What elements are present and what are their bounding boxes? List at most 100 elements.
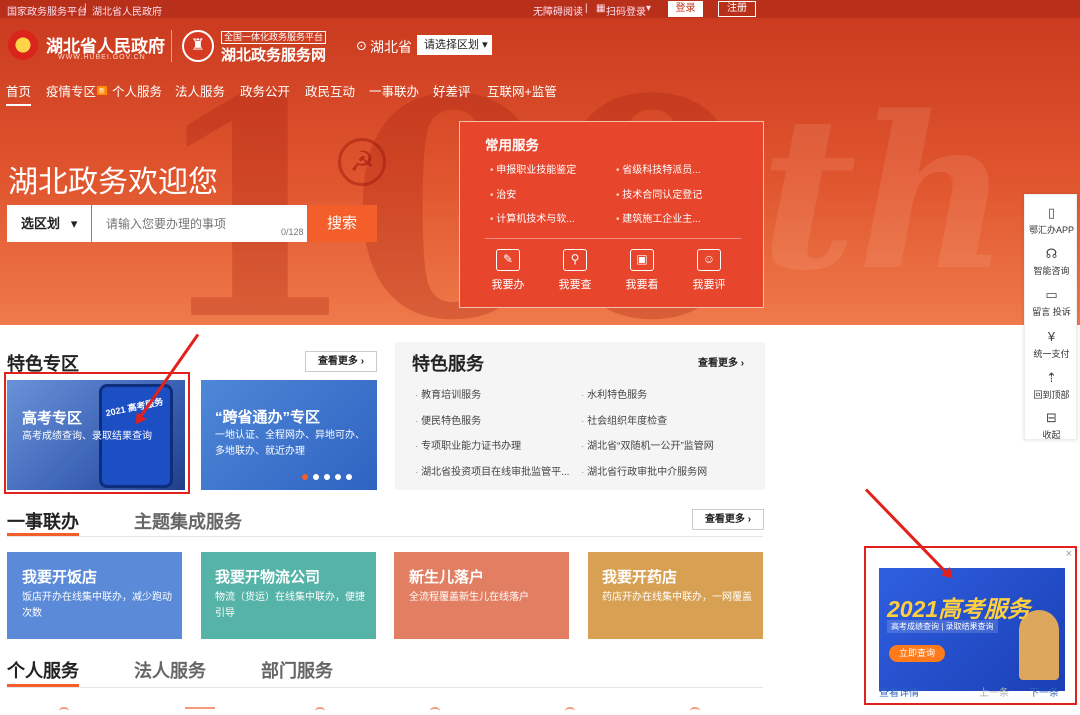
tab-legal-services[interactable]: 法人服务: [134, 657, 206, 683]
section-divider: [7, 687, 763, 688]
sidebar-payment[interactable]: ¥ 统一支付: [1025, 329, 1078, 360]
nav-personal-services[interactable]: 个人服务: [112, 81, 162, 100]
tab-department-services[interactable]: 部门服务: [261, 657, 333, 683]
featured-services-more-link[interactable]: 查看更多 ›: [698, 354, 744, 369]
service-icon[interactable]: [315, 707, 325, 715]
common-link[interactable]: 计算机技术与软...: [490, 210, 574, 225]
region-select-label: 请选择区划: [424, 39, 479, 51]
sidebar-app-label: 鄂汇办APP: [1028, 225, 1074, 235]
restaurant-card-title: 我要开饭店: [22, 569, 98, 586]
gaokao-banner-image[interactable]: 2021高考服务 高考成绩查询 | 录取结果查询 立即查询: [879, 568, 1065, 691]
prev-link[interactable]: 上一条: [979, 684, 1009, 699]
service-icon[interactable]: [690, 707, 700, 715]
cross-province-card[interactable]: “跨省通办”专区 一地认证、全程网办、异地可办、多地联办、就近办理: [201, 380, 377, 490]
sidebar-feedback[interactable]: ▭ 留言 投诉: [1025, 287, 1078, 318]
nav-legal-services[interactable]: 法人服务: [175, 81, 225, 100]
carousel-dot[interactable]: [324, 474, 330, 480]
restaurant-card[interactable]: 我要开饭店 饭店开办在线集中联办，减少跑动次数: [7, 552, 182, 639]
sidebar-payment-label: 统一支付: [1033, 349, 1070, 359]
popup-subtitle: 高考成绩查询 | 录取结果查询: [887, 620, 998, 633]
region-dropdown-label: 选区划: [21, 216, 61, 231]
common-link[interactable]: 省级科技特派员...: [616, 161, 700, 176]
sidebar-consult[interactable]: ☊ 智能咨询: [1025, 246, 1078, 277]
nav-internet-supervision[interactable]: 互联网+监管: [487, 81, 557, 100]
location-pin-icon: ⊙: [356, 38, 367, 53]
common-services-title: 常用服务: [485, 138, 539, 153]
featured-service-link[interactable]: 水利特色服务: [581, 386, 647, 401]
view-icon: ▣: [630, 249, 654, 271]
tab-personal-services[interactable]: 个人服务: [7, 657, 79, 683]
region-select[interactable]: 请选择区划 ▾: [417, 35, 492, 55]
platform-title[interactable]: 湖北政务服务网: [221, 44, 326, 65]
featured-service-link[interactable]: 湖北省“双随机一公开”监管网: [581, 437, 714, 452]
common-link[interactable]: 技术合同认定登记: [616, 186, 702, 201]
pharmacy-card[interactable]: 我要开药店 药店开办在线集中联办，一网覆盖: [588, 552, 763, 639]
common-link[interactable]: 建筑施工企业主...: [616, 210, 700, 225]
sidebar-back-to-top[interactable]: ⇡ 回到顶部: [1025, 370, 1078, 401]
gaokao-popup: × 2021高考服务 高考成绩查询 | 录取结果查询 立即查询 查看详情 上一条…: [864, 546, 1077, 705]
close-icon[interactable]: ×: [1066, 548, 1072, 560]
section-divider: [7, 536, 763, 537]
sidebar-consult-label: 智能咨询: [1033, 266, 1070, 276]
chevron-right-icon: ›: [360, 356, 365, 367]
newborn-card-title: 新生儿落户: [409, 569, 485, 586]
login-button[interactable]: 登录: [668, 1, 703, 17]
featured-service-link[interactable]: 教育培训服务: [415, 386, 481, 401]
featured-zone-more-button[interactable]: 查看更多 ›: [305, 351, 377, 372]
newborn-card[interactable]: 新生儿落户 全流程覆盖新生儿在线落户: [394, 552, 569, 639]
quick-view[interactable]: ▣ 我要看: [614, 249, 670, 292]
quick-view-label: 我要看: [625, 279, 659, 291]
quick-handle[interactable]: ✎ 我要办: [480, 249, 536, 292]
nav-interaction[interactable]: 政民互动: [305, 81, 355, 100]
caret-down-icon: ▾: [70, 216, 78, 231]
nav-home[interactable]: 首页: [6, 81, 32, 106]
next-link[interactable]: 下一条: [1029, 684, 1059, 699]
carousel-dot-active[interactable]: [302, 474, 308, 480]
handle-icon: ✎: [496, 249, 520, 271]
common-link[interactable]: 治安: [490, 186, 516, 201]
minus-icon: ⊟: [1046, 410, 1057, 425]
national-platform-link[interactable]: 国家政务服务平台: [7, 3, 87, 18]
tab-one-thing[interactable]: 一事联办: [7, 508, 79, 534]
nav-one-thing[interactable]: 一事联办: [369, 81, 419, 100]
search-button[interactable]: 搜索: [307, 205, 377, 242]
service-icon[interactable]: [430, 707, 440, 715]
nav-epidemic[interactable]: 疫情专区新: [46, 81, 108, 100]
sidebar-collapse[interactable]: ⊟ 收起: [1025, 410, 1078, 441]
service-icon[interactable]: [59, 707, 69, 715]
common-link[interactable]: 申报职业技能鉴定: [490, 161, 576, 176]
region-dropdown[interactable]: 选区划 ▾: [7, 205, 91, 242]
nav-rating[interactable]: 好差评: [433, 81, 471, 100]
chevron-down-icon: ▾: [482, 39, 488, 51]
logistics-card[interactable]: 我要开物流公司 物流（货运）在线集中联办，便捷引导: [201, 552, 376, 639]
featured-service-link[interactable]: 便民特色服务: [415, 412, 481, 427]
top-bar: 国家政务服务平台 | 湖北省人民政府 无障碍阅读 | ▦ 扫码登录 ▾ 登录 注…: [0, 0, 1080, 18]
carousel-dot[interactable]: [346, 474, 352, 480]
featured-service-link[interactable]: 湖北省行政审批中介服务网: [581, 463, 707, 478]
scan-login-link[interactable]: 扫码登录: [606, 3, 646, 18]
carousel-dot[interactable]: [313, 474, 319, 480]
register-button[interactable]: 注册: [718, 1, 756, 17]
carousel-dot[interactable]: [335, 474, 341, 480]
featured-service-link[interactable]: 社会组织年度检查: [581, 412, 667, 427]
headset-icon: ☊: [1045, 246, 1058, 261]
one-thing-more-button[interactable]: 查看更多 ›: [692, 509, 764, 530]
provincial-gov-link[interactable]: 湖北省人民政府: [92, 3, 162, 18]
query-now-button[interactable]: 立即查询: [889, 645, 945, 662]
tab-theme-services[interactable]: 主题集成服务: [134, 508, 242, 534]
accessibility-link[interactable]: 无障碍阅读: [533, 3, 583, 18]
service-icon[interactable]: [185, 707, 215, 715]
featured-service-link[interactable]: 专项职业能力证书办理: [415, 437, 521, 452]
sidebar-app[interactable]: ▯ 鄂汇办APP: [1025, 205, 1078, 236]
student-illustration: [1019, 610, 1059, 680]
service-icon[interactable]: [565, 707, 575, 715]
nav-gov-affairs[interactable]: 政务公开: [240, 81, 290, 100]
quick-rate[interactable]: ☺ 我要评: [681, 249, 737, 292]
query-icon: ⚲: [563, 249, 587, 271]
featured-service-link[interactable]: 湖北省投资项目在线审批监管平...: [415, 463, 569, 478]
char-counter: 0/128: [281, 227, 304, 237]
view-details-link[interactable]: 查看详情: [879, 684, 919, 699]
quick-query[interactable]: ⚲ 我要查: [547, 249, 603, 292]
carousel-dots: [302, 469, 352, 483]
yen-icon: ¥: [1047, 329, 1056, 344]
